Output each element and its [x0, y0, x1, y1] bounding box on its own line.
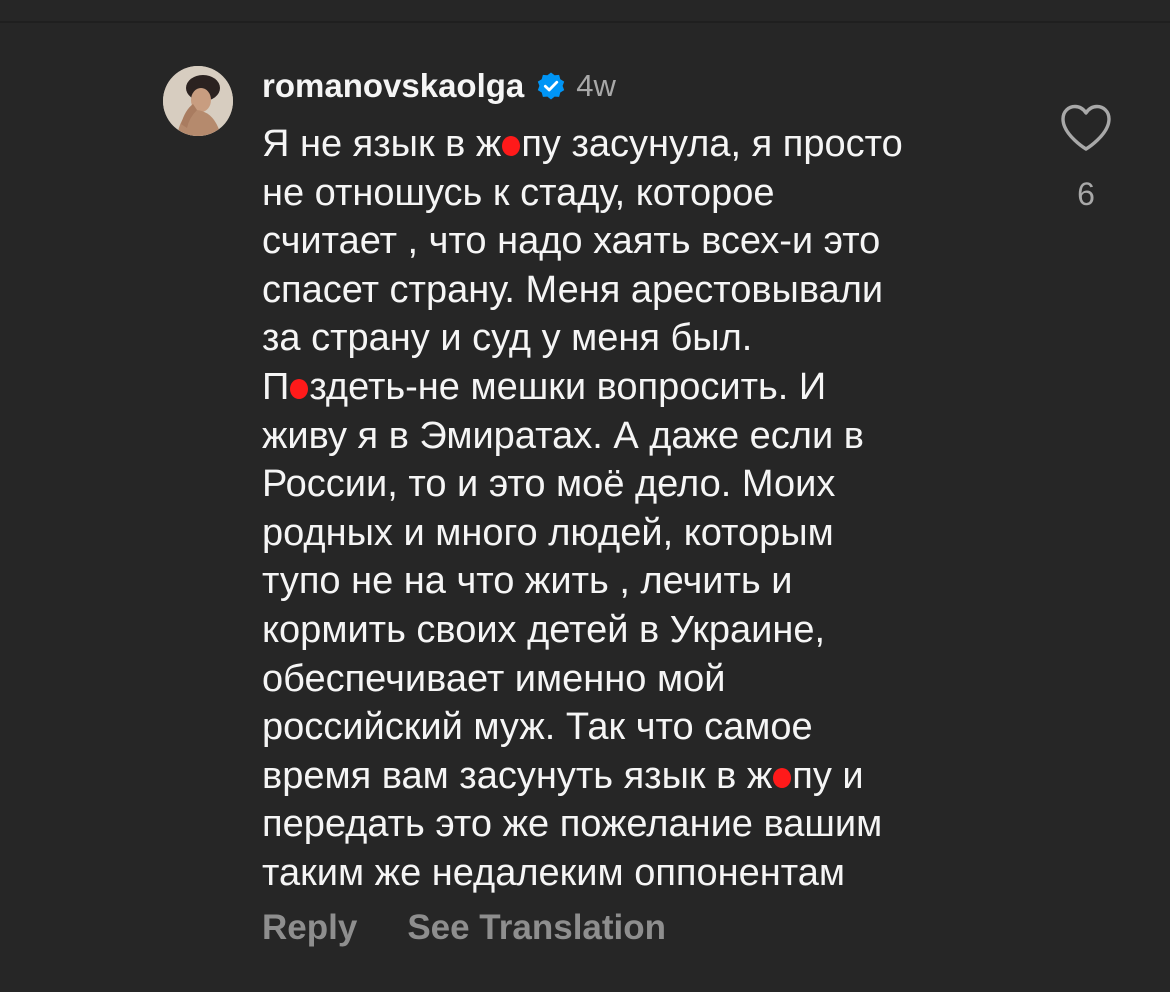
comment-line: таким же недалеким оппонентам	[262, 851, 845, 894]
comment-line: тупо не на что жить , лечить и	[262, 560, 793, 603]
comment-line: России, то и это моё дело. Моих	[262, 463, 836, 506]
comment-line: кормить своих детей в Украине,	[262, 608, 826, 651]
like-count: 6	[1077, 176, 1095, 212]
comment-line: живу я в Эмиратах. А даже если в	[262, 414, 864, 457]
comment-line: передать это же пожелание вашим	[262, 803, 883, 846]
comment-line: спасет страну. Меня арестовывали	[262, 268, 884, 311]
comment-line: родных и много людей, которым	[262, 511, 834, 554]
top-divider	[0, 21, 1170, 23]
timestamp: 4w	[576, 68, 616, 103]
see-translation-button[interactable]: See Translation	[407, 908, 666, 948]
censor-mark	[502, 136, 521, 156]
avatar[interactable]	[163, 66, 233, 136]
comment-line: не отношусь к стаду, которое	[262, 171, 775, 214]
censor-mark	[773, 767, 792, 788]
comment-line: время вам засунуть язык в ж пу и	[262, 754, 864, 797]
comment-text: Я не язык в ж пу засунула, я просто не от…	[262, 120, 1022, 898]
comment-line: за страну и суд у меня был.	[262, 317, 753, 360]
comment-actions: Reply See Translation	[262, 908, 666, 948]
comment-line: российский муж. Так что самое	[262, 706, 813, 749]
comment-line: считает , что надо хаять всех-и это	[262, 220, 881, 263]
heart-outline-icon	[1061, 104, 1111, 151]
comment-line: Я не язык в ж пу засунула, я просто	[262, 123, 903, 165]
username[interactable]: romanovskaolga	[262, 67, 524, 105]
censor-mark	[290, 378, 309, 399]
comment-line: обеспечивает именно мой	[262, 657, 726, 700]
comment-header: romanovskaolga 4w	[262, 62, 616, 110]
like-button[interactable]	[1058, 102, 1114, 154]
comment-line: Пздеть-не мешки вопросить. И	[262, 365, 827, 408]
verified-badge-icon	[536, 71, 566, 101]
reply-button[interactable]: Reply	[262, 908, 357, 948]
avatar-image	[163, 66, 233, 136]
